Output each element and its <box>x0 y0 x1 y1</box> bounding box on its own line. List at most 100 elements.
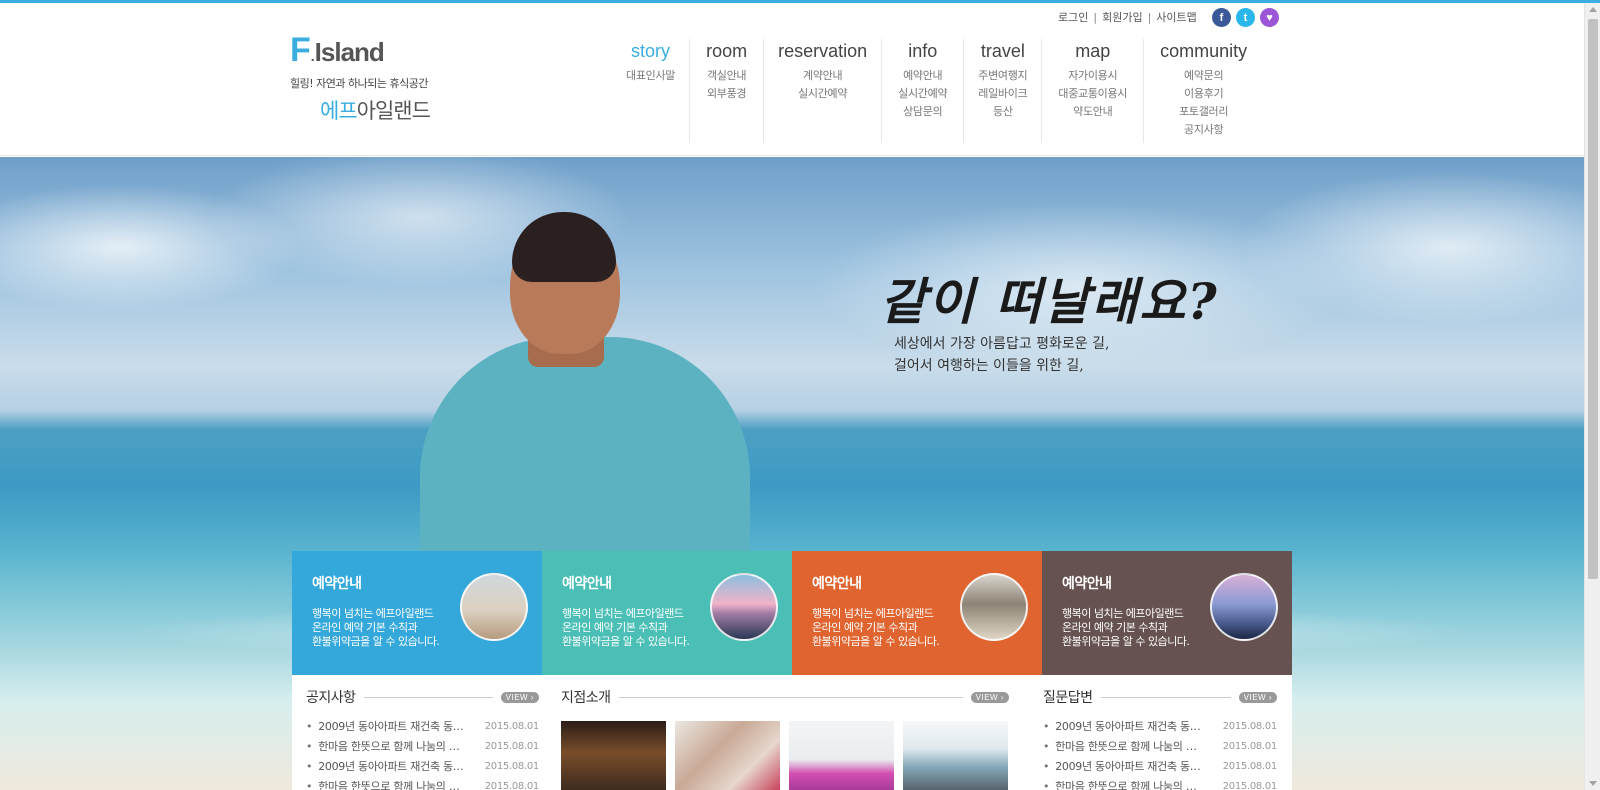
list-item-title: 한마음 한뜻으로 함께 나눔의 … <box>306 737 476 757</box>
notice-view-button[interactable]: VIEW › <box>500 691 539 703</box>
nav-menu-community: community 예약문의 이용후기 포토갤러리 공지사항 <box>1144 39 1263 143</box>
nav-subitem[interactable]: 약도안내 <box>1058 103 1127 121</box>
nav-subitem[interactable]: 실시간예약 <box>898 85 947 103</box>
list-item[interactable]: 한마음 한뜻으로 함께 나눔의 … 2015.08.01 <box>1043 777 1277 790</box>
nav-subitem[interactable]: 외부풍경 <box>706 85 747 103</box>
nav-subitem[interactable]: 계약안내 <box>778 67 867 85</box>
hero-subtitle-line: 세상에서 가장 아름답고 평화로운 길, <box>894 336 1110 352</box>
list-item-title: 2009년 동아아파트 재건축 동… <box>1043 717 1213 737</box>
branch-photo[interactable] <box>903 721 1008 790</box>
list-item-title: 2009년 동아아파트 재건축 동… <box>306 757 476 777</box>
list-item-date: 2015.08.01 <box>484 761 540 772</box>
list-item[interactable]: 한마음 한뜻으로 함께 나눔의 … 2015.08.01 <box>306 737 539 757</box>
notice-title: 공지사항 <box>306 690 356 706</box>
qna-view-button[interactable]: VIEW › <box>1238 691 1277 703</box>
nav-title-room[interactable]: room <box>706 39 747 63</box>
card-thumbnail-image <box>710 573 778 641</box>
nav-subitem[interactable]: 예약문의 <box>1160 67 1247 85</box>
nav-title-info[interactable]: info <box>898 39 947 63</box>
login-link[interactable]: 로그인 <box>1058 9 1088 25</box>
util-separator: | <box>1093 10 1098 24</box>
sns-links: f t ♥ <box>1212 8 1279 27</box>
list-item[interactable]: 한마음 한뜻으로 함께 나눔의 … 2015.08.01 <box>1043 737 1277 757</box>
site-logo[interactable]: F.Island 힐링! 자연과 하나되는 휴식공간 에프아일랜드 <box>290 31 450 125</box>
nav-subitem[interactable]: 상담문의 <box>898 103 947 121</box>
list-item[interactable]: 한마음 한뜻으로 함께 나눔의 … 2015.08.01 <box>306 777 539 790</box>
branch-photo[interactable] <box>561 721 666 790</box>
nav-subitem[interactable]: 공지사항 <box>1160 121 1247 139</box>
list-item-date: 2015.08.01 <box>1222 781 1278 790</box>
card-thumbnail-image <box>960 573 1028 641</box>
nav-subitem[interactable]: 등산 <box>978 103 1027 121</box>
talk-icon[interactable]: ♥ <box>1260 8 1279 27</box>
list-item-title: 한마음 한뜻으로 함께 나눔의 … <box>1043 777 1213 790</box>
nav-title-story[interactable]: story <box>626 39 675 63</box>
nav-subitem[interactable]: 대표인사말 <box>626 67 675 85</box>
main-navigation: story 대표인사말 room 객실안내 외부풍경 reservation 계약안내 실시간… <box>612 39 1263 143</box>
list-item-title: 한마음 한뜻으로 함께 나눔의 … <box>1043 737 1213 757</box>
divider <box>1100 696 1231 698</box>
nav-menu-reservation: reservation 계약안내 실시간예약 <box>764 39 883 143</box>
list-item-date: 2015.08.01 <box>484 781 540 790</box>
nav-subitem[interactable]: 이용후기 <box>1160 85 1247 103</box>
nav-menu-story: story 대표인사말 <box>612 39 691 143</box>
scroll-down-arrow-icon[interactable] <box>1589 781 1597 786</box>
qna-board: 질문답변 VIEW › 2009년 동아아파트 재건축 동… 2015.08.01… <box>1043 675 1277 790</box>
board-section: 공지사항 VIEW › 2009년 동아아파트 재건축 동… 2015.08.01… <box>292 675 1292 790</box>
nav-title-reservation[interactable]: reservation <box>778 39 867 63</box>
logo-mark: F.Island <box>290 31 385 69</box>
nav-menu-travel: travel 주변여행지 레일바이크 등산 <box>964 39 1043 143</box>
nav-subitem[interactable]: 대중교통이용시 <box>1058 85 1127 103</box>
list-item[interactable]: 2009년 동아아파트 재건축 동… 2015.08.01 <box>1043 717 1277 737</box>
info-cards: 예약안내 행복이 넘치는 에프아일랜드 온라인 예약 기본 수칙과 환불위약금을 알… <box>292 551 1292 675</box>
page-scrollbar[interactable] <box>1584 3 1600 790</box>
nav-subitem[interactable]: 레일바이크 <box>978 85 1027 103</box>
branch-photo[interactable] <box>675 721 780 790</box>
nav-subitem[interactable]: 자가이용시 <box>1058 67 1127 85</box>
logo-korean-name: 에프아일랜드 <box>320 99 431 123</box>
hero-subtitle: 세상에서 가장 아름답고 평화로운 길, 걸어서 여행하는 이들을 위한 길, <box>894 333 1109 377</box>
nav-title-map[interactable]: map <box>1058 39 1127 63</box>
branch-title: 지점소개 <box>561 690 611 706</box>
util-separator: | <box>1147 10 1152 24</box>
list-item-date: 2015.08.01 <box>484 741 540 752</box>
nav-title-travel[interactable]: travel <box>978 39 1027 63</box>
nav-subitem[interactable]: 객실안내 <box>706 67 747 85</box>
twitter-icon[interactable]: t <box>1236 8 1255 27</box>
nav-subitem[interactable]: 예약안내 <box>898 67 947 85</box>
list-item-date: 2015.08.01 <box>1222 741 1278 752</box>
list-item-date: 2015.08.01 <box>1222 761 1278 772</box>
nav-menu-map: map 자가이용시 대중교통이용시 약도안내 <box>1042 39 1145 143</box>
card-thumbnail-image <box>1210 573 1278 641</box>
site-header: 로그인 | 회원가입 | 사이트맵 f t ♥ F.Island 힐링! 자연과… <box>0 3 1584 156</box>
list-item[interactable]: 2009년 동아아파트 재건축 동… 2015.08.01 <box>306 717 539 737</box>
sitemap-link[interactable]: 사이트맵 <box>1156 9 1196 25</box>
nav-subitem[interactable]: 주변여행지 <box>978 67 1027 85</box>
scroll-up-arrow-icon[interactable] <box>1589 7 1597 12</box>
scrollbar-thumb[interactable] <box>1588 19 1598 579</box>
branch-photos <box>561 721 1009 790</box>
hero-subtitle-line: 걸어서 여행하는 이들을 위한 길, <box>894 358 1084 374</box>
notice-board: 공지사항 VIEW › 2009년 동아아파트 재건축 동… 2015.08.01… <box>306 675 539 790</box>
nav-subitem[interactable]: 포토갤러리 <box>1160 103 1247 121</box>
list-item[interactable]: 2009년 동아아파트 재건축 동… 2015.08.01 <box>306 757 539 777</box>
facebook-icon[interactable]: f <box>1212 8 1231 27</box>
branch-view-button[interactable]: VIEW › <box>970 691 1009 703</box>
info-card[interactable]: 예약안내 행복이 넘치는 에프아일랜드 온라인 예약 기본 수칙과 환불위약금을 알… <box>292 551 542 675</box>
list-item-title: 2009년 동아아파트 재건축 동… <box>306 717 476 737</box>
divider <box>618 696 963 698</box>
branch-board: 지점소개 VIEW › <box>561 675 1009 790</box>
list-item[interactable]: 2009년 동아아파트 재건축 동… 2015.08.01 <box>1043 757 1277 777</box>
info-card[interactable]: 예약안내 행복이 넘치는 에프아일랜드 온라인 예약 기본 수칙과 환불위약금을 알… <box>1042 551 1292 675</box>
nav-subitem[interactable]: 실시간예약 <box>778 85 867 103</box>
list-item-date: 2015.08.01 <box>1222 721 1278 732</box>
branch-photo[interactable] <box>789 721 894 790</box>
nav-title-community[interactable]: community <box>1160 39 1247 63</box>
nav-menu-info: info 예약안내 실시간예약 상담문의 <box>882 39 965 143</box>
qna-list: 2009년 동아아파트 재건축 동…2015.08.01한마음 한뜻으로 함께 … <box>1043 717 1277 790</box>
card-thumbnail-image <box>460 573 528 641</box>
join-link[interactable]: 회원가입 <box>1102 9 1142 25</box>
hero-clouds <box>0 157 1584 417</box>
info-card[interactable]: 예약안내 행복이 넘치는 에프아일랜드 온라인 예약 기본 수칙과 환불위약금을 알… <box>542 551 792 675</box>
info-card[interactable]: 예약안내 행복이 넘치는 에프아일랜드 온라인 예약 기본 수칙과 환불위약금을 알… <box>792 551 1042 675</box>
